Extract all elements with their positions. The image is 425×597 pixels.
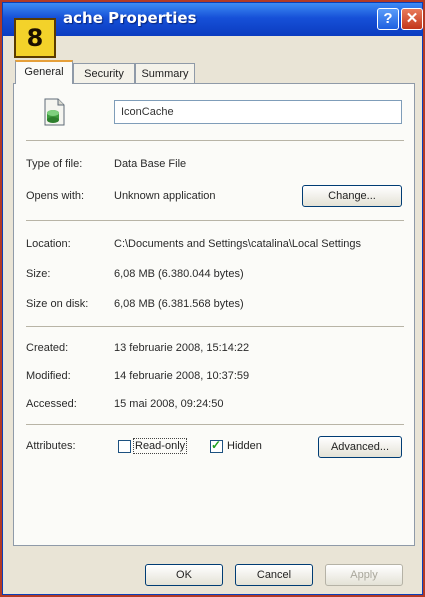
size-label: Size: <box>26 268 51 280</box>
created-value: 13 februarie 2008, 15:14:22 <box>114 342 250 354</box>
close-button[interactable]: ✕ <box>401 8 423 30</box>
location-label: Location: <box>26 238 71 250</box>
tab-general[interactable]: General <box>15 60 73 84</box>
step-number-badge: 8 <box>14 18 56 58</box>
database-file-icon <box>44 98 65 126</box>
separator <box>26 140 404 141</box>
file-name-field[interactable]: IconCache <box>114 100 402 124</box>
window-title: ache Properties <box>63 9 197 27</box>
apply-button-label: Apply <box>350 569 378 581</box>
help-button[interactable]: ? <box>377 8 399 30</box>
type-of-file-value: Data Base File <box>114 158 187 170</box>
read-only-label[interactable]: Read-only <box>132 438 188 454</box>
apply-button[interactable]: Apply <box>325 564 403 586</box>
size-on-disk-label: Size on disk: <box>26 298 89 310</box>
cancel-button[interactable]: Cancel <box>235 564 313 586</box>
properties-dialog: ache Properties ? ✕ General Security Sum… <box>2 2 423 595</box>
general-tab-panel: IconCache Type of file: Data Base File O… <box>13 83 415 546</box>
ok-button[interactable]: OK <box>145 564 223 586</box>
hidden-checkbox[interactable] <box>210 438 223 453</box>
hidden-label[interactable]: Hidden <box>227 440 262 452</box>
tab-summary[interactable]: Summary <box>135 63 195 83</box>
advanced-button-label: Advanced... <box>330 441 390 453</box>
location-value: C:\Documents and Settings\catalina\Local… <box>114 238 362 250</box>
separator <box>26 220 404 221</box>
read-only-checkbox[interactable] <box>118 440 131 453</box>
cancel-button-label: Cancel <box>256 569 292 581</box>
change-button[interactable]: Change... <box>302 185 402 207</box>
accessed-label: Accessed: <box>26 398 77 410</box>
opens-with-label: Opens with: <box>26 190 85 202</box>
ok-button-label: OK <box>176 569 192 581</box>
advanced-button[interactable]: Advanced... <box>318 436 402 458</box>
modified-value: 14 februarie 2008, 10:37:59 <box>114 370 250 382</box>
attributes-label: Attributes: <box>26 440 76 452</box>
separator <box>26 326 404 327</box>
title-bar[interactable]: ache Properties ? ✕ <box>3 3 423 36</box>
separator <box>26 424 404 425</box>
accessed-value: 15 mai 2008, 09:24:50 <box>114 398 224 410</box>
type-of-file-label: Type of file: <box>26 158 83 170</box>
size-value: 6,08 MB (6.380.044 bytes) <box>114 268 244 280</box>
change-button-label: Change... <box>328 190 376 202</box>
modified-label: Modified: <box>26 370 71 382</box>
size-on-disk-value: 6,08 MB (6.381.568 bytes) <box>114 298 244 310</box>
tab-security[interactable]: Security <box>73 63 135 83</box>
opens-with-value: Unknown application <box>114 190 216 202</box>
created-label: Created: <box>26 342 69 354</box>
